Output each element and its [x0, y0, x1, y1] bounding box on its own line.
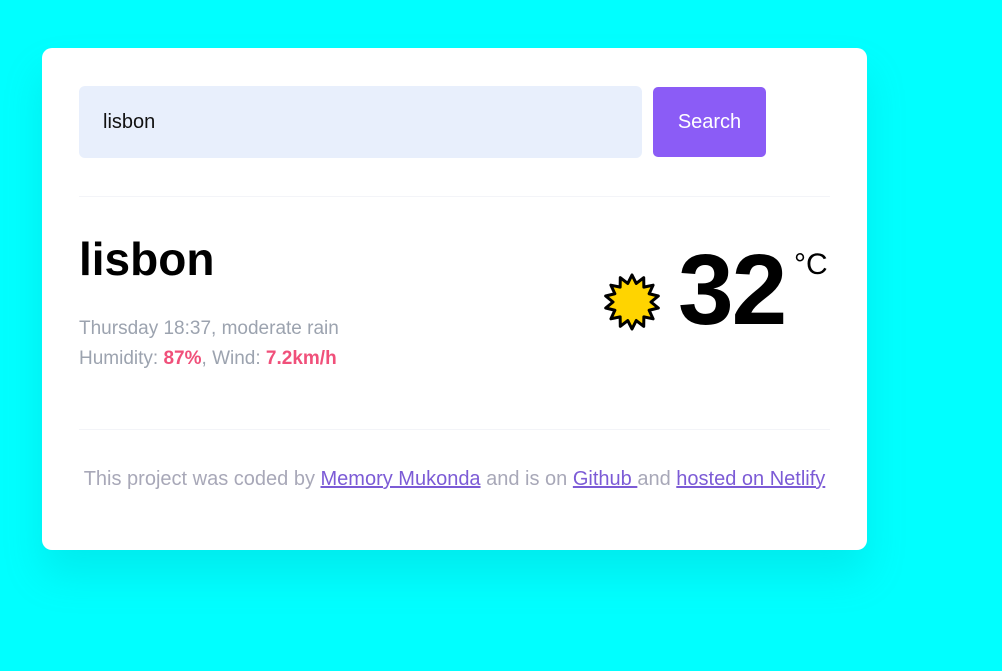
temperature-value: 32 [678, 234, 787, 346]
datetime-description: Thursday 18:37, moderate rain [79, 314, 339, 344]
separator: , [211, 318, 222, 339]
temperature-unit: °C [794, 248, 828, 281]
netlify-link[interactable]: hosted on Netlify [676, 468, 825, 490]
datetime: Thursday 18:37 [79, 318, 212, 339]
footer-text: and [637, 468, 677, 490]
weather-card: Search lisbon Thursday 18:37, moderate r… [42, 48, 867, 550]
humidity-value: 87% [163, 348, 202, 369]
city-name: lisbon [79, 233, 215, 285]
search-form: Search [79, 86, 769, 158]
author-link[interactable]: Memory Mukonda [321, 468, 481, 490]
footer-text: This project was coded by [83, 468, 321, 490]
search-button[interactable]: Search [653, 87, 766, 157]
wind-value: 7.2km/h [265, 348, 337, 369]
github-link[interactable]: Github [573, 468, 637, 490]
weather-details: Thursday 18:37, moderate rain Humidity: … [79, 314, 339, 374]
humidity-label: Humidity: [79, 348, 164, 369]
separator: , [201, 348, 213, 369]
search-input[interactable] [79, 86, 642, 158]
divider [79, 429, 830, 430]
footer-text: and is on [480, 468, 573, 490]
weather-description: moderate rain [221, 318, 339, 339]
humidity-wind: Humidity: 87%, Wind: 7.2km/h [79, 344, 339, 374]
footer: This project was coded by Memory Mukonda… [42, 468, 867, 491]
sun-icon [604, 273, 660, 331]
wind-label: Wind: [212, 348, 266, 369]
current-temperature: 32 °C [602, 240, 842, 346]
divider [79, 196, 830, 197]
